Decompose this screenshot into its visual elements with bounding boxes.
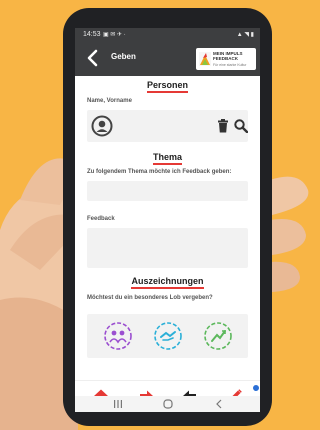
logo-line-2: FEEDBACK xyxy=(213,56,239,61)
system-back-icon[interactable] xyxy=(215,399,223,409)
info-icon xyxy=(253,385,259,391)
award-label: Möchtest du ein besonderes Lob vergeben? xyxy=(87,295,213,301)
auszeichnungen-heading: Auszeichnungen xyxy=(75,276,260,289)
people-award-icon[interactable] xyxy=(103,321,133,351)
app-screen: 14:53 ▣ ✉ ✈ · ▲ ◥ ▮ Geben MEIN IMPULS FE… xyxy=(75,28,260,412)
name-label: Name, Vorname xyxy=(87,98,132,104)
growth-award-icon[interactable] xyxy=(203,321,233,351)
trash-icon[interactable] xyxy=(217,119,229,133)
brand-logo: MEIN IMPULS FEEDBACK Für eine starke Kul… xyxy=(196,48,256,70)
home-button-icon[interactable] xyxy=(163,399,173,409)
logo-mark-icon xyxy=(199,52,211,66)
awards-row xyxy=(87,314,248,358)
status-bar: 14:53 ▣ ✉ ✈ · ▲ ◥ ▮ xyxy=(75,28,260,42)
person-picker[interactable] xyxy=(87,110,248,142)
personen-heading-text: Personen xyxy=(146,80,188,93)
logo-text: MEIN IMPULS FEEDBACK xyxy=(213,51,243,61)
thema-heading: Thema xyxy=(75,152,260,165)
thema-heading-text: Thema xyxy=(152,152,182,165)
feedback-textarea[interactable] xyxy=(87,228,248,268)
system-nav-bar xyxy=(75,396,260,412)
thema-input[interactable] xyxy=(87,181,248,201)
thema-label: Zu folgendem Thema möchte ich Feedback g… xyxy=(87,169,232,175)
auszeichnungen-heading-text: Auszeichnungen xyxy=(131,276,204,289)
recent-apps-icon[interactable] xyxy=(113,400,123,408)
back-arrow-icon[interactable] xyxy=(84,49,102,67)
status-notification-icons: ▣ ✉ ✈ · xyxy=(103,32,126,38)
handshake-award-icon[interactable] xyxy=(153,321,183,351)
search-icon[interactable] xyxy=(234,119,248,133)
feedback-label: Feedback xyxy=(87,216,115,222)
person-avatar-icon xyxy=(91,115,113,137)
status-time: 14:53 xyxy=(83,31,101,38)
feedback-form: Personen Name, Vorname Thema Zu folgende… xyxy=(75,76,260,380)
logo-tagline: Für eine starke Kultur xyxy=(213,63,247,67)
personen-heading: Personen xyxy=(75,80,260,93)
app-bar: Geben MEIN IMPULS FEEDBACK Für eine star… xyxy=(75,42,260,76)
page-title: Geben xyxy=(111,52,136,61)
status-system-icons: ▲ ◥ ▮ xyxy=(236,32,254,38)
